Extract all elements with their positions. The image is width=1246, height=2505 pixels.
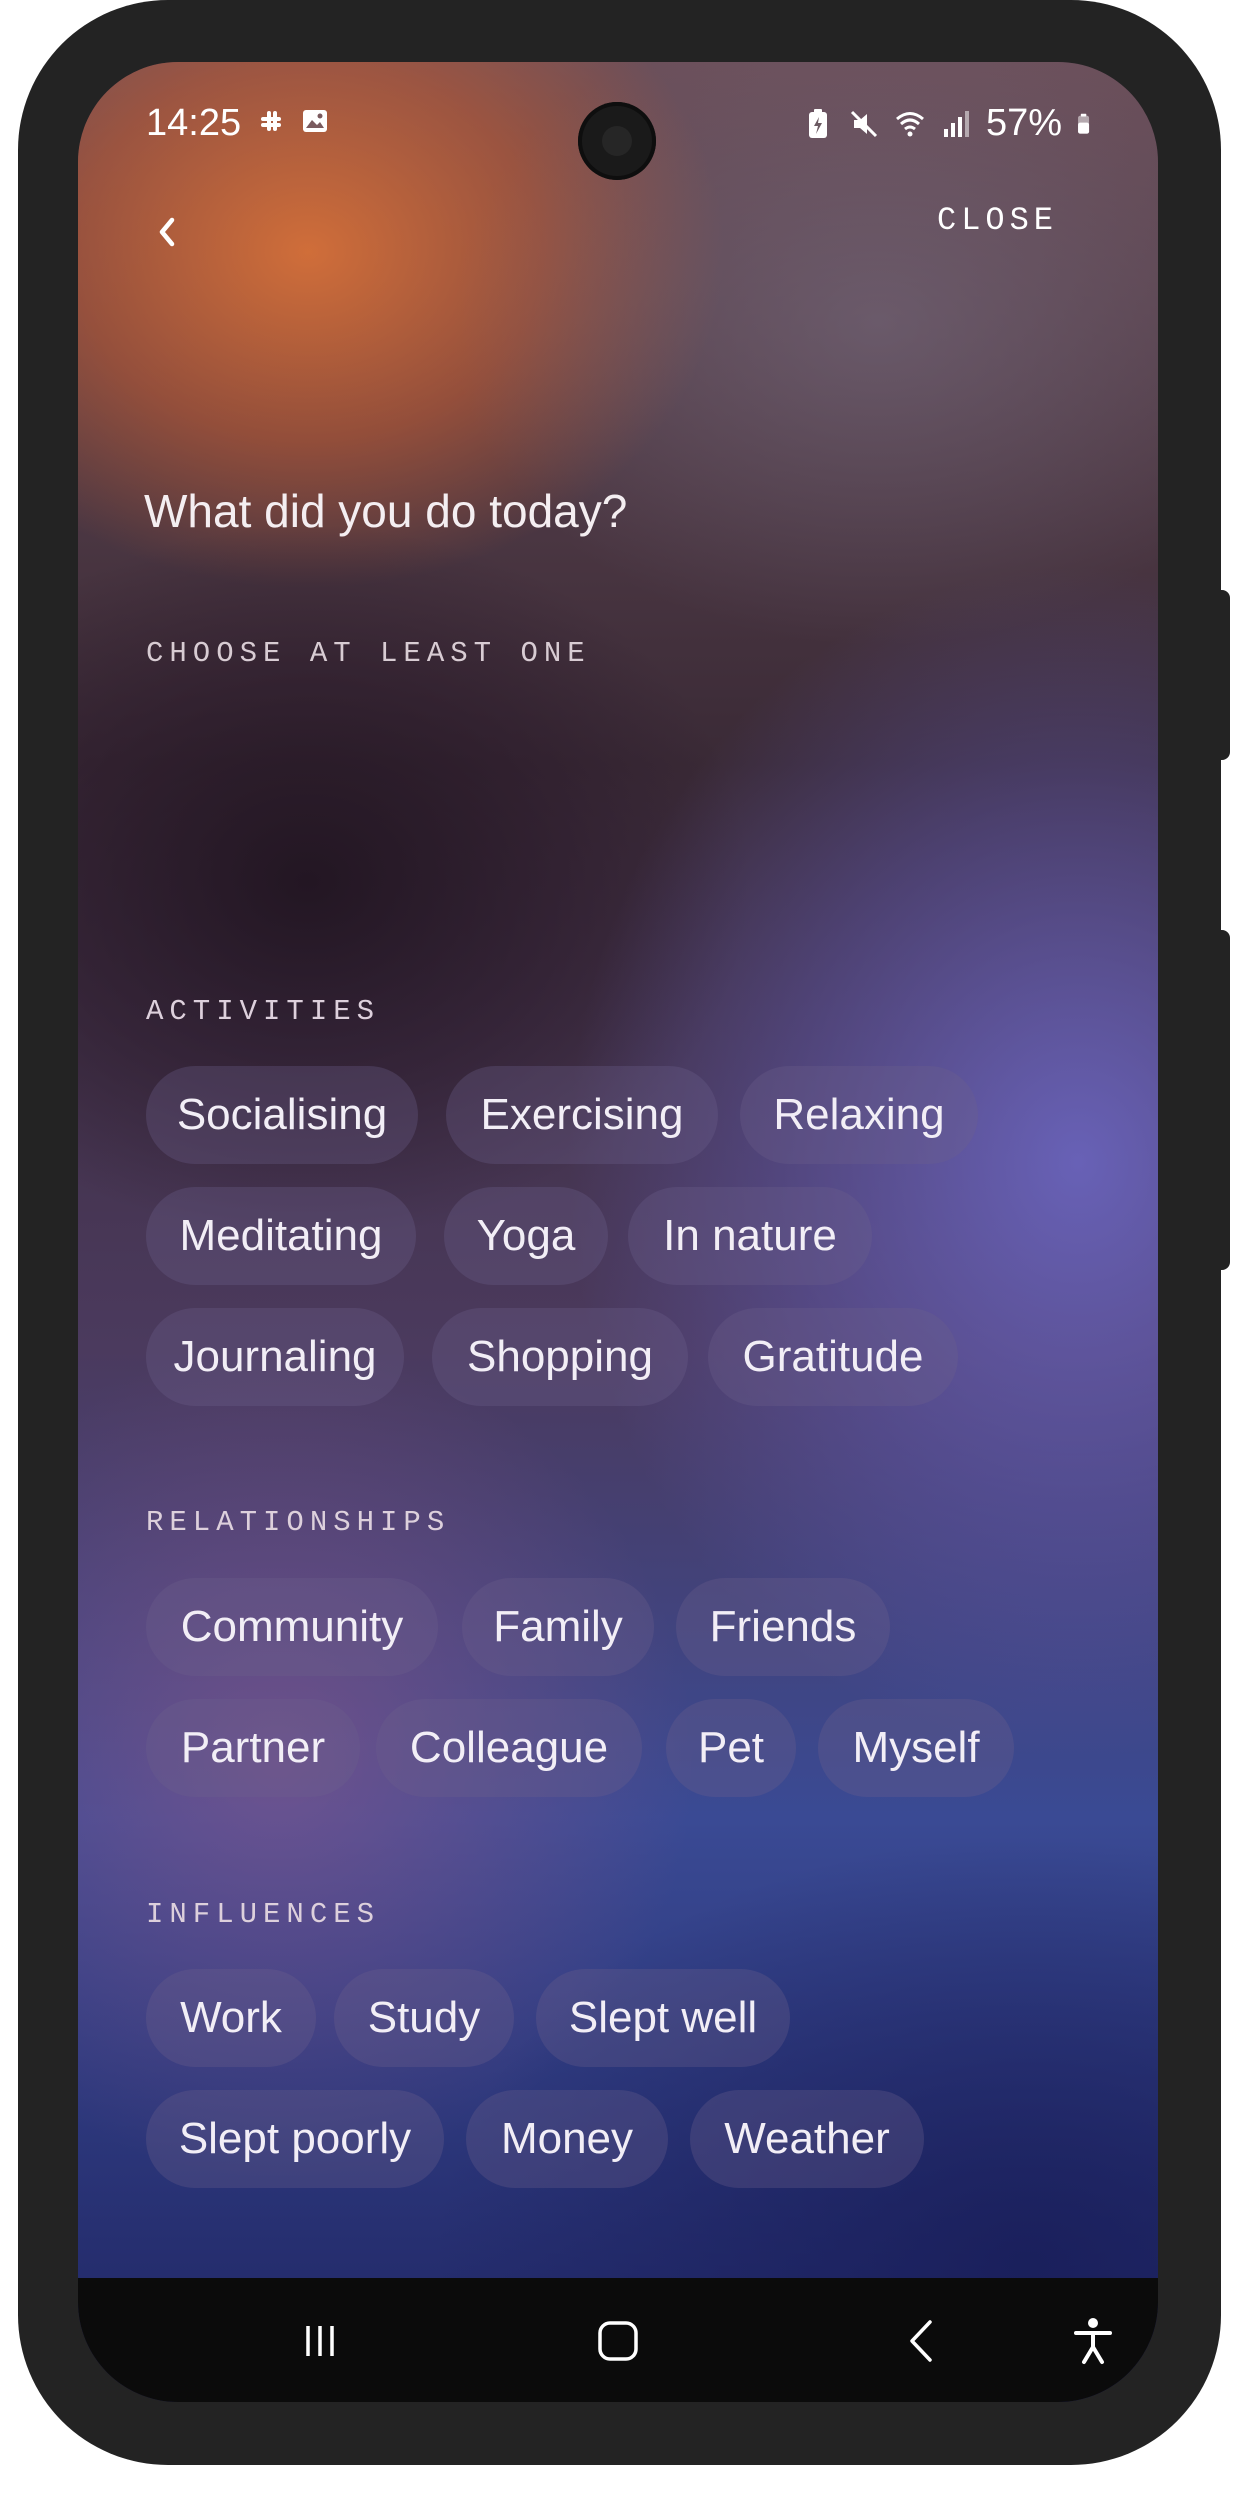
mute-icon [850, 110, 877, 137]
recent-apps-icon[interactable] [285, 2306, 355, 2376]
chip-exercising[interactable]: Exercising [446, 1066, 718, 1164]
accessibility-icon[interactable] [1058, 2306, 1128, 2376]
chip-yoga[interactable]: Yoga [444, 1187, 608, 1285]
section-label-relationships: RELATIONSHIPS [146, 1506, 451, 1539]
battery-saver-icon [808, 108, 827, 138]
power-button [1218, 930, 1230, 1270]
back-icon[interactable] [888, 2306, 958, 2376]
status-bar: 14:25 57% [78, 62, 1158, 182]
chip-relaxing[interactable]: Relaxing [740, 1066, 978, 1164]
section-label-influences: INFLUENCES [146, 1898, 381, 1931]
close-button[interactable]: CLOSE [937, 202, 1058, 239]
volume-button [1218, 590, 1230, 760]
chip-in-nature[interactable]: In nature [628, 1187, 872, 1285]
chip-community[interactable]: Community [146, 1578, 438, 1676]
back-arrow-button[interactable] [138, 202, 198, 262]
chip-money[interactable]: Money [466, 2090, 668, 2188]
chip-gratitude[interactable]: Gratitude [708, 1308, 958, 1406]
chip-journaling[interactable]: Journaling [146, 1308, 404, 1406]
chip-slept-well[interactable]: Slept well [536, 1969, 790, 2067]
chip-pet[interactable]: Pet [666, 1699, 796, 1797]
chip-friends[interactable]: Friends [676, 1578, 890, 1676]
screen: 14:25 57% CLOSE What did you do today? C… [78, 62, 1158, 2402]
slack-icon [261, 111, 281, 131]
chip-meditating[interactable]: Meditating [146, 1187, 416, 1285]
chip-family[interactable]: Family [462, 1578, 654, 1676]
chip-colleague[interactable]: Colleague [376, 1699, 642, 1797]
question-subtitle: CHOOSE AT LEAST ONE [146, 637, 591, 670]
chip-slept-poorly[interactable]: Slept poorly [146, 2090, 444, 2188]
chip-work[interactable]: Work [146, 1969, 316, 2067]
system-navigation-bar [78, 2278, 1158, 2402]
wifi-icon [895, 111, 924, 136]
chip-partner[interactable]: Partner [146, 1699, 360, 1797]
chip-shopping[interactable]: Shopping [432, 1308, 688, 1406]
chip-myself[interactable]: Myself [818, 1699, 1014, 1797]
image-icon [303, 110, 327, 132]
front-camera [578, 102, 656, 180]
section-label-activities: ACTIVITIES [146, 995, 381, 1028]
battery-percentage: 57% [985, 102, 1062, 144]
signal-icon [943, 110, 969, 137]
chip-weather[interactable]: Weather [690, 2090, 924, 2188]
battery-icon [1078, 113, 1090, 134]
home-icon[interactable] [583, 2306, 653, 2376]
status-time: 14:25 [146, 102, 242, 144]
question-title: What did you do today? [144, 485, 628, 537]
chip-study[interactable]: Study [334, 1969, 514, 2067]
chip-socialising[interactable]: Socialising [146, 1066, 418, 1164]
